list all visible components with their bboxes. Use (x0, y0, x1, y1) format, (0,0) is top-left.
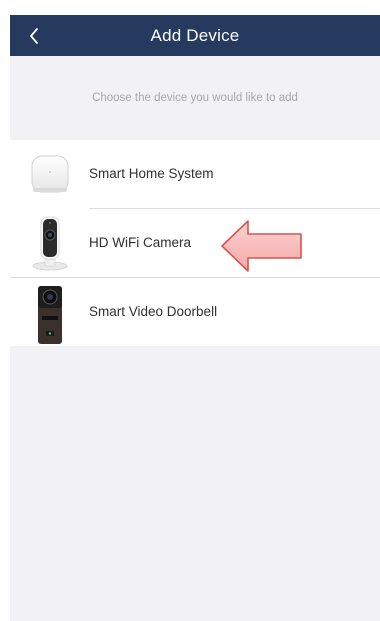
page-title: Add Device (150, 26, 240, 45)
device-item-hd-wifi-camera[interactable]: HD WiFi Camera (10, 209, 380, 277)
device-item-smart-home-system[interactable]: Smart Home System (10, 140, 380, 208)
chevron-left-icon (30, 27, 38, 44)
device-list: Smart Home System HD WiFi Camera Smart V… (10, 140, 380, 346)
instruction-text: Choose the device you would like to add (92, 92, 298, 104)
device-label: Smart Video Doorbell (89, 304, 218, 319)
back-button[interactable] (10, 15, 58, 56)
instruction-area: Choose the device you would like to add (10, 56, 380, 140)
device-item-smart-video-doorbell[interactable]: Smart Video Doorbell (10, 278, 380, 346)
smart-home-hub-icon (31, 155, 69, 193)
device-label: HD WiFi Camera (89, 235, 192, 250)
navigation-bar: Add Device (10, 15, 380, 56)
annotation-arrow-icon (221, 220, 302, 272)
app-screen: Add Device Choose the device you would l… (10, 15, 380, 621)
device-label: Smart Home System (89, 166, 214, 181)
video-doorbell-icon (38, 286, 62, 344)
wifi-camera-icon (32, 216, 68, 271)
